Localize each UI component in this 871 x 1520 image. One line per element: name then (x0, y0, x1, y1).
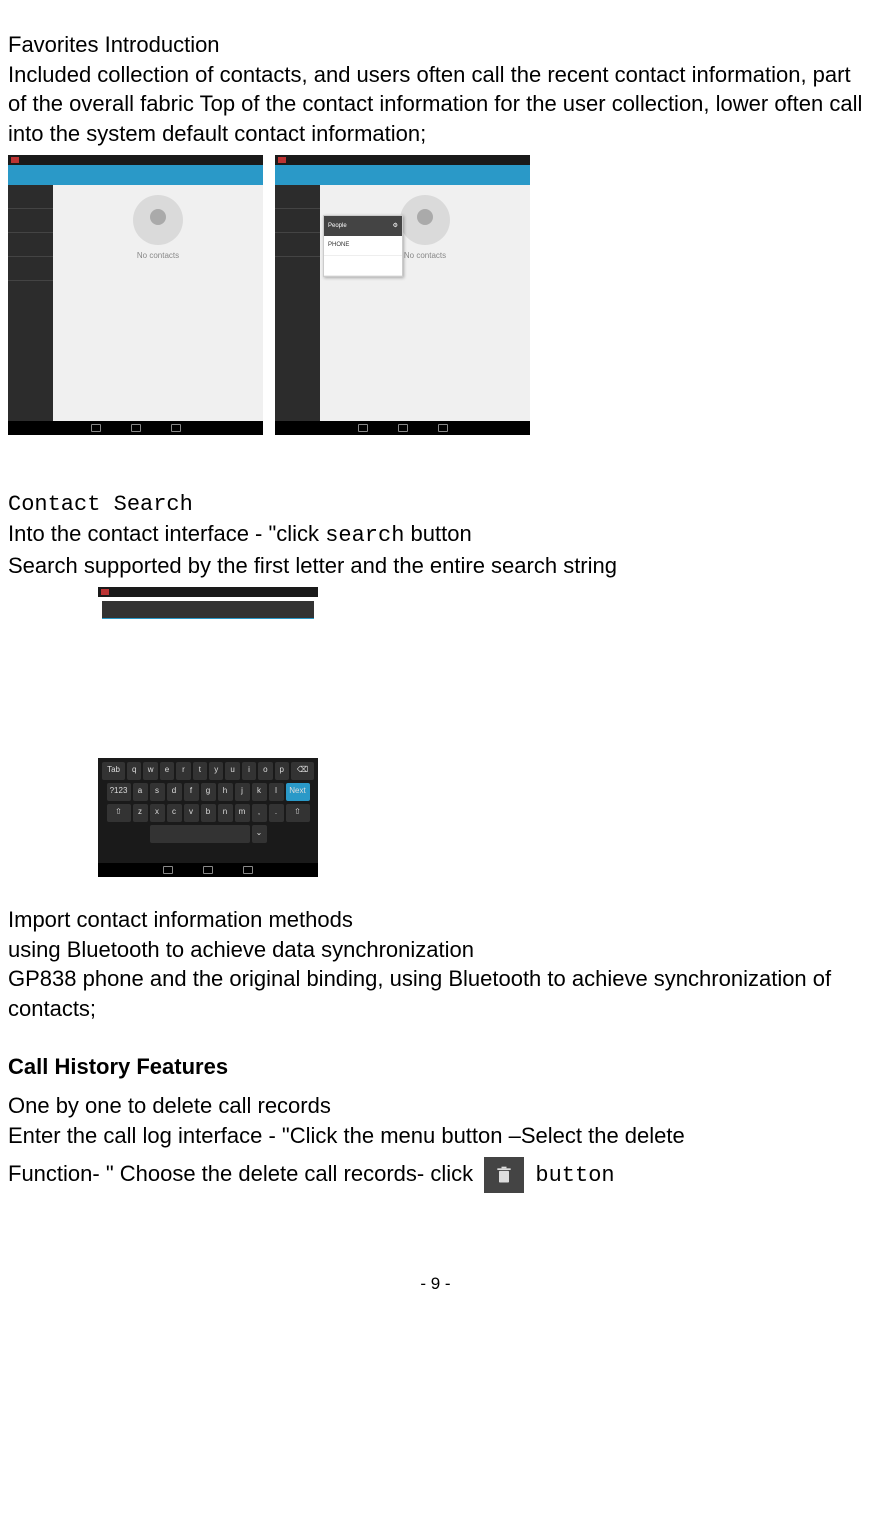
overlay-item-phone: PHONE (324, 236, 402, 256)
screenshot-search: Tab q w e r t y u i o p ⌫ ?123 a s d f g… (98, 587, 318, 877)
import-line2: GP838 phone and the original binding, us… (8, 964, 863, 1023)
import-line1: using Bluetooth to achieve data synchron… (8, 935, 863, 965)
section-favorites-body: Included collection of contacts, and use… (8, 60, 863, 149)
section-contact-search-title: Contact Search (8, 490, 863, 520)
delete-trash-icon (484, 1157, 524, 1193)
screenshot-favorites-1: No contacts (8, 155, 263, 435)
no-contacts-label-2: No contacts (404, 251, 446, 262)
import-title: Import contact information methods (8, 905, 863, 935)
no-contacts-label: No contacts (137, 251, 179, 262)
contact-search-line2: Search supported by the first letter and… (8, 551, 863, 581)
call-history-line1: One by one to delete call records (8, 1091, 863, 1121)
call-history-title: Call History Features (8, 1052, 863, 1082)
page-number: - 9 - (8, 1273, 863, 1306)
overlay-title: People (328, 222, 347, 230)
call-history-line2: Enter the call log interface - "Click th… (8, 1121, 863, 1151)
call-history-line3: Function- " Choose the delete call recor… (8, 1157, 863, 1193)
section-favorites-title: Favorites Introduction (8, 30, 863, 60)
contact-search-line1: Into the contact interface - "click sear… (8, 519, 863, 551)
onscreen-keyboard: Tab q w e r t y u i o p ⌫ ?123 a s d f g… (98, 758, 318, 863)
screenshot-favorites-2: No contacts People⚙ PHONE (275, 155, 530, 435)
favorites-screenshots: No contacts No contacts (8, 155, 863, 435)
